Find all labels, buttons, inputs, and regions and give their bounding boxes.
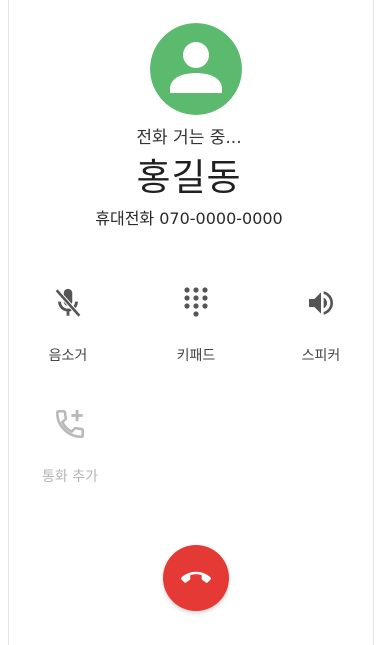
mic-off-icon xyxy=(48,283,88,323)
speaker-button[interactable]: 스피커 xyxy=(276,283,366,364)
volume-icon xyxy=(301,283,341,323)
screen-border-right xyxy=(373,0,374,645)
call-screen: 전화 거는 중... 홍길동 휴대전화 070-0000-0000 음소거 키패… xyxy=(0,0,378,645)
mute-button[interactable]: 음소거 xyxy=(23,283,113,364)
add-call-button[interactable]: 통화 추가 xyxy=(25,404,115,485)
screen-border-left xyxy=(8,0,9,645)
add-call-label: 통화 추가 xyxy=(42,469,98,485)
keypad-label: 키패드 xyxy=(176,348,216,364)
speaker-label: 스피커 xyxy=(301,348,341,364)
dialpad-icon xyxy=(176,283,216,323)
call-end-icon xyxy=(181,571,211,583)
call-status: 전화 거는 중... xyxy=(136,128,242,148)
keypad-button[interactable]: 키패드 xyxy=(151,283,241,364)
caller-avatar xyxy=(150,23,242,115)
add-call-icon xyxy=(50,404,90,444)
caller-number: 휴대전화 070-0000-0000 xyxy=(95,209,283,228)
person-icon xyxy=(150,23,242,115)
caller-name: 홍길동 xyxy=(136,156,242,199)
end-call-button[interactable] xyxy=(163,545,229,611)
mute-label: 음소거 xyxy=(48,348,88,364)
